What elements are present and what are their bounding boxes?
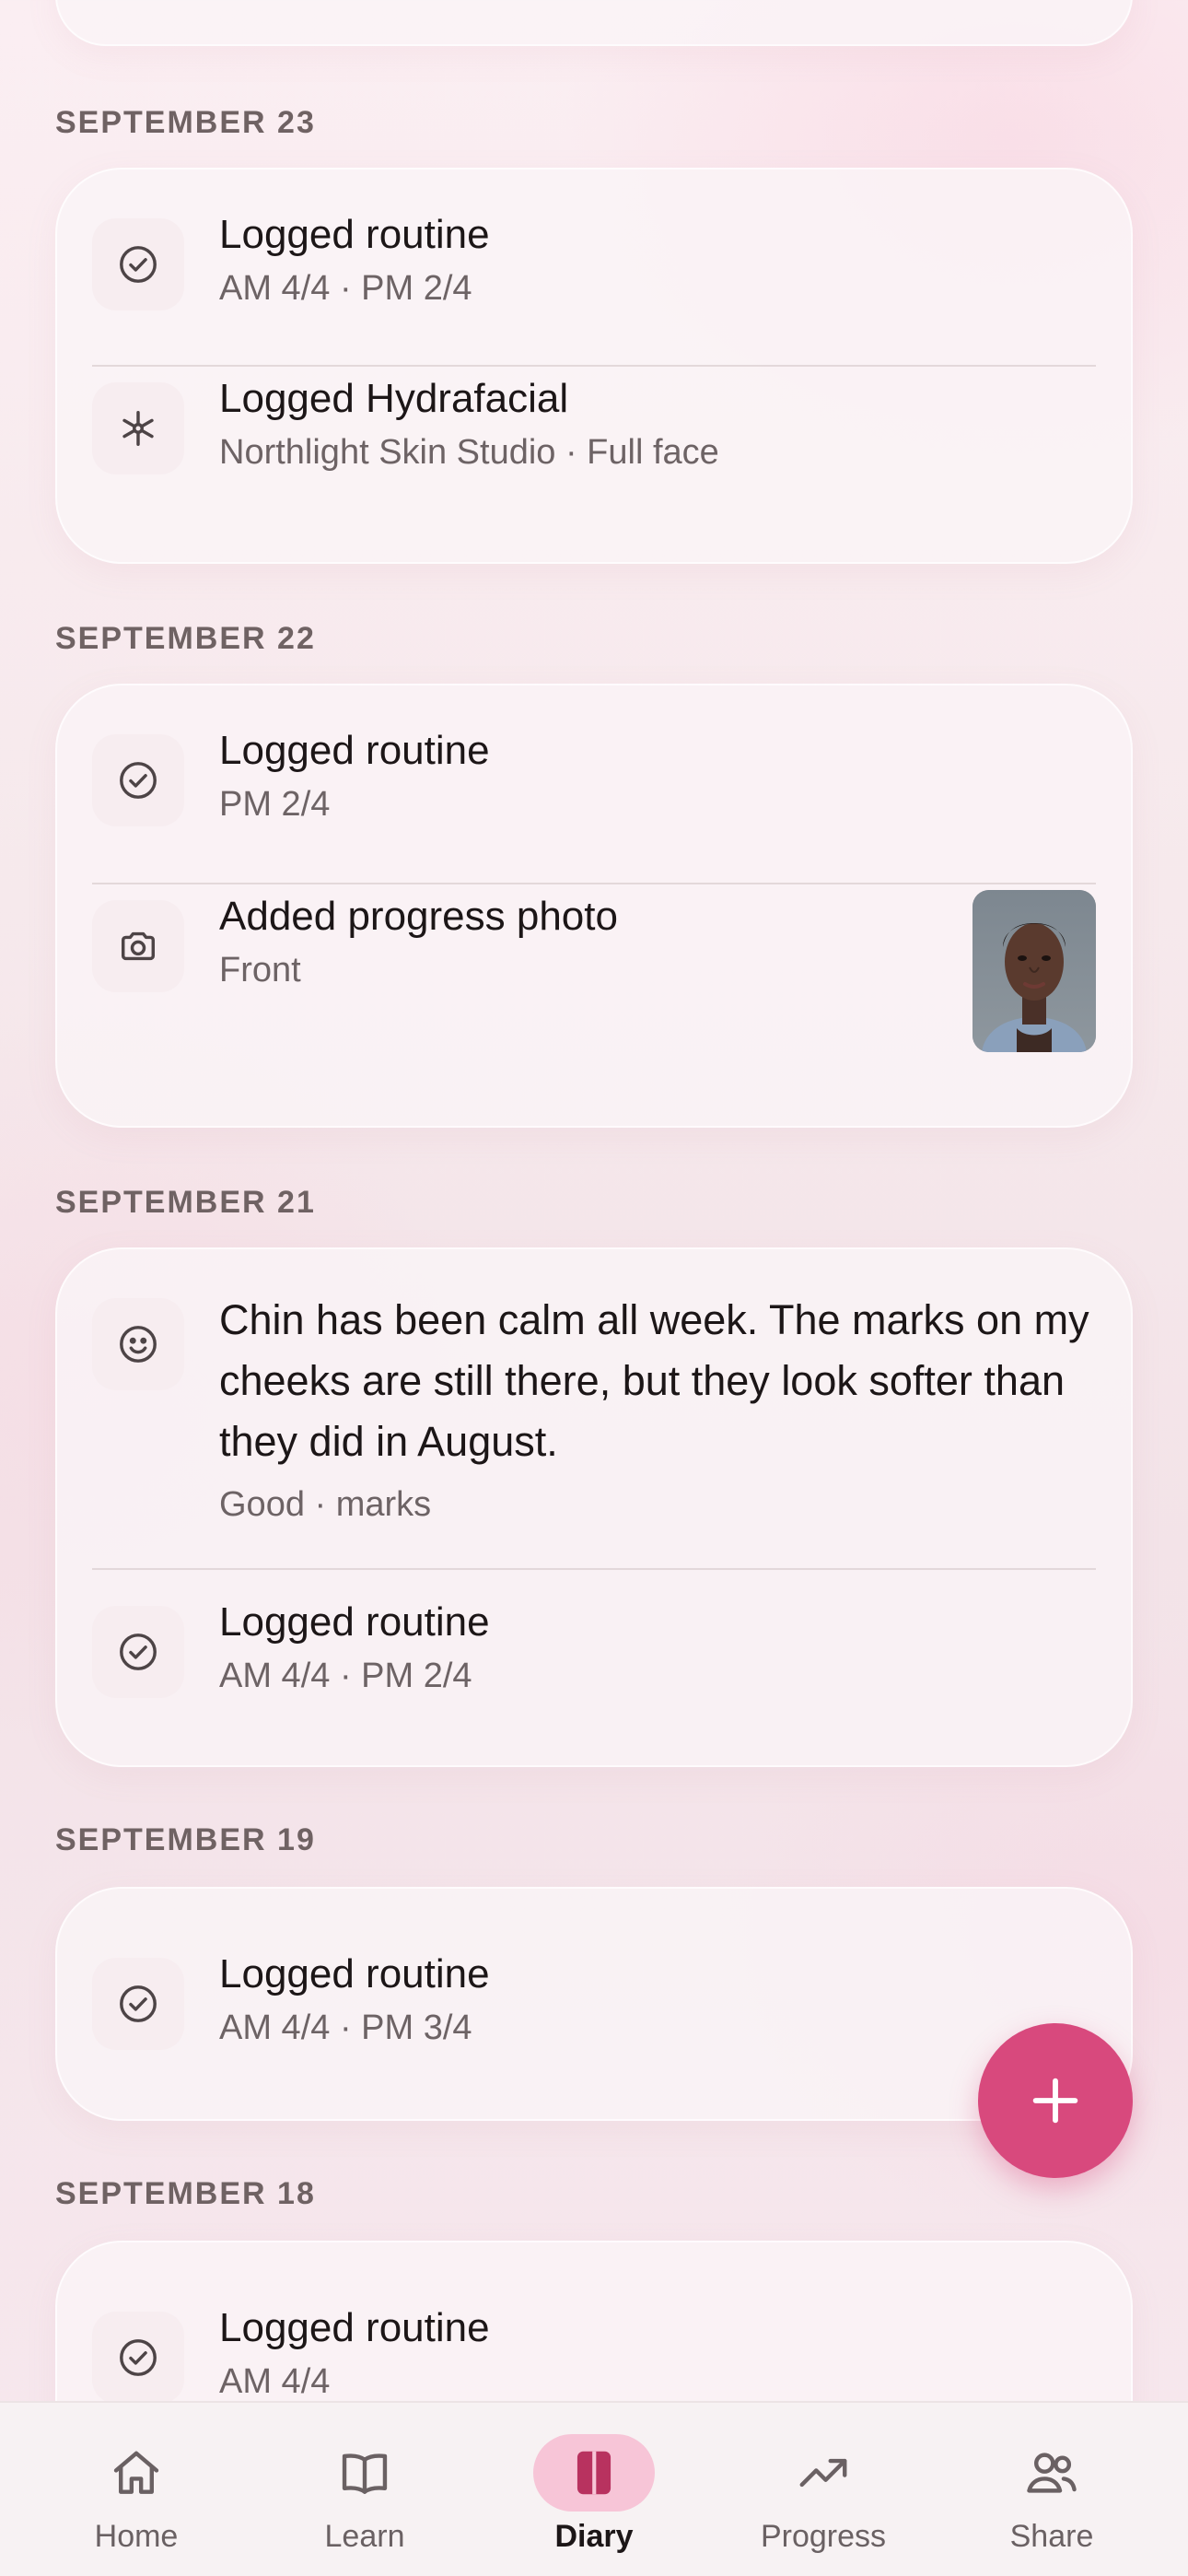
people-icon bbox=[991, 2434, 1112, 2512]
home-icon bbox=[76, 2434, 197, 2512]
entry-subtitle: AM 4/4 bbox=[219, 2362, 331, 2401]
tab-label: Home bbox=[94, 2519, 179, 2554]
date-heading: SEPTEMBER 23 bbox=[55, 105, 316, 140]
check-circle-icon bbox=[92, 1606, 184, 1698]
entry-subtitle: AM 4/4 · PM 3/4 bbox=[219, 2008, 472, 2047]
check-circle-icon bbox=[92, 1958, 184, 2050]
diary-entry-photo[interactable]: Added progress photo Front bbox=[92, 866, 1096, 1078]
entry-subtitle: Front bbox=[219, 951, 301, 989]
add-entry-button[interactable] bbox=[978, 2023, 1133, 2178]
date-heading: SEPTEMBER 21 bbox=[55, 1185, 316, 1220]
note-tags: Good · marks bbox=[219, 1485, 432, 1524]
entry-subtitle: Northlight Skin Studio · Full face bbox=[219, 433, 719, 472]
diary-entry-routine[interactable]: Logged routine AM 4/4 · PM 2/4 bbox=[92, 1572, 1096, 1736]
tab-label: Share bbox=[1009, 2519, 1094, 2554]
diary-entry-treatment[interactable]: Logged Hydrafacial Northlight Skin Studi… bbox=[92, 348, 1096, 512]
book-icon bbox=[304, 2434, 425, 2512]
trend-icon bbox=[763, 2434, 884, 2512]
entry-subtitle: AM 4/4 · PM 2/4 bbox=[219, 269, 472, 308]
entry-title: Logged routine bbox=[219, 728, 490, 773]
entry-title: Logged Hydrafacial bbox=[219, 376, 569, 421]
entry-card: Chin has been calm all week. The marks o… bbox=[55, 1247, 1133, 1767]
diary-entry-note[interactable]: Chin has been calm all week. The marks o… bbox=[92, 1264, 1096, 1531]
check-circle-icon bbox=[92, 2312, 184, 2401]
entry-subtitle: PM 2/4 bbox=[219, 785, 331, 824]
camera-icon bbox=[92, 900, 184, 992]
divider bbox=[92, 1568, 1096, 1570]
date-heading: SEPTEMBER 18 bbox=[55, 2176, 316, 2211]
entry-title: Logged routine bbox=[219, 1951, 490, 1996]
tab-share[interactable]: Share bbox=[960, 2403, 1144, 2576]
diary-icon bbox=[533, 2434, 655, 2512]
tab-progress[interactable]: Progress bbox=[731, 2403, 915, 2576]
note-text: Chin has been calm all week. The marks o… bbox=[219, 1296, 1089, 1465]
plus-icon bbox=[1032, 2078, 1078, 2124]
entry-title: Added progress photo bbox=[219, 894, 618, 939]
tab-label: Progress bbox=[760, 2519, 887, 2554]
entry-card: Logged routine AM 4/4 bbox=[55, 2241, 1133, 2401]
sparkle-icon bbox=[92, 382, 184, 474]
date-heading: SEPTEMBER 19 bbox=[55, 1822, 316, 1857]
entry-title: Logged routine bbox=[219, 1599, 490, 1645]
smile-icon bbox=[92, 1298, 184, 1390]
entry-card: Logged routine PM 2/4 Added progress pho… bbox=[55, 684, 1133, 1128]
tab-diary[interactable]: Diary bbox=[502, 2403, 686, 2576]
diary-entry-routine[interactable]: Logged routine AM 4/4 · PM 2/4 bbox=[92, 184, 1096, 348]
entry-title: Logged routine bbox=[219, 212, 490, 257]
tab-label: Diary bbox=[554, 2519, 634, 2554]
tab-label: Learn bbox=[324, 2519, 405, 2554]
entry-subtitle: AM 4/4 · PM 2/4 bbox=[219, 1657, 472, 1695]
diary-entry-routine[interactable]: Logged routine PM 2/4 bbox=[92, 700, 1096, 864]
entry-card: Logged routine AM 4/4 · PM 2/4 Logged Hy… bbox=[55, 168, 1133, 564]
date-heading: SEPTEMBER 22 bbox=[55, 621, 316, 656]
progress-photo-thumbnail[interactable] bbox=[973, 890, 1096, 1052]
diary-entry-routine[interactable]: Logged routine AM 4/4 bbox=[92, 2277, 1096, 2401]
check-circle-icon bbox=[92, 734, 184, 826]
check-circle-icon bbox=[92, 218, 184, 310]
entry-card: Logged routine AM 4/4 · PM 3/4 bbox=[55, 1887, 1133, 2121]
entry-card-previous bbox=[55, 0, 1133, 46]
entry-title: Logged routine bbox=[219, 2305, 490, 2350]
bottom-tab-bar: Home Learn Diary Progress Share bbox=[0, 2401, 1188, 2576]
tab-home[interactable]: Home bbox=[44, 2403, 228, 2576]
tab-learn[interactable]: Learn bbox=[273, 2403, 457, 2576]
diary-entry-routine[interactable]: Logged routine AM 4/4 · PM 3/4 bbox=[92, 1924, 1096, 2088]
